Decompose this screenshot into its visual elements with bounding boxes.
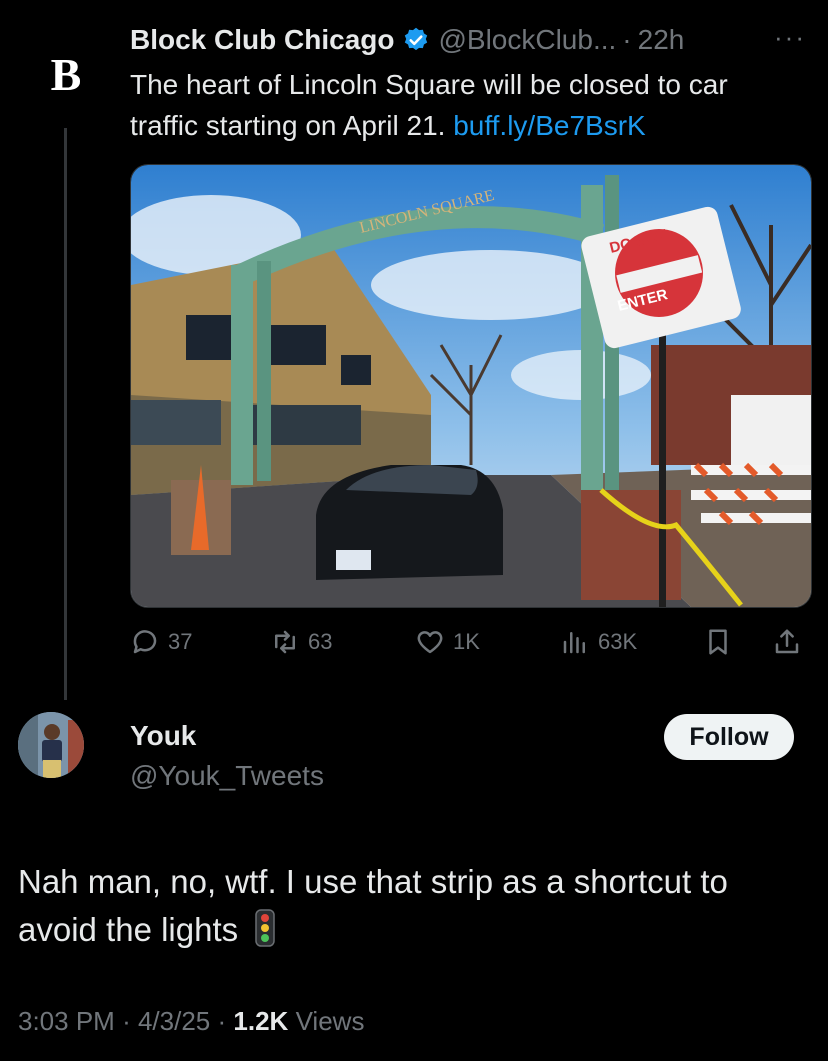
reply-author-handle[interactable]: @Youk_Tweets	[130, 760, 324, 792]
reply-icon	[133, 630, 157, 654]
tweet-link[interactable]: buff.ly/Be7BsrK	[453, 110, 645, 141]
repost-button[interactable]: 63	[270, 620, 332, 664]
reply-views-count: 1.2K	[233, 1006, 289, 1036]
views-button[interactable]: 63K	[560, 620, 637, 664]
parent-tweet-header: Block Club Chicago @BlockClub... · 22h	[130, 20, 798, 60]
repost-count: 63	[308, 629, 333, 654]
reply-button[interactable]: 37	[130, 620, 192, 664]
author-display-name[interactable]: Block Club Chicago	[130, 24, 394, 56]
repost-icon	[275, 630, 295, 654]
reply-metadata: 3:03 PM · 4/3/25 · 1.2K Views	[18, 1006, 364, 1037]
parent-tweet-text: The heart of Lincoln Square will be clos…	[130, 64, 800, 146]
thread-connector-line	[64, 128, 67, 700]
reply-count: 37	[168, 629, 193, 654]
heart-icon	[417, 631, 443, 654]
reply-author-name[interactable]: Youk	[130, 720, 196, 752]
reply-tweet-text: Nah man, no, wtf. I use that strip as a …	[18, 858, 808, 954]
reply-views-label: Views	[295, 1006, 365, 1036]
bookmark-button[interactable]	[703, 620, 733, 664]
youk-avatar[interactable]	[18, 712, 84, 778]
traffic-light-icon	[255, 909, 276, 947]
reply-date[interactable]: 4/3/25	[138, 1006, 210, 1036]
share-icon	[775, 629, 799, 654]
meta-separator-1: ·	[122, 1006, 131, 1036]
reply-time[interactable]: 3:03 PM	[18, 1006, 115, 1036]
bookmark-icon	[709, 629, 727, 655]
tweet-action-bar: 37 63 1K 63K	[130, 620, 810, 664]
reply-body-text: Nah man, no, wtf. I use that strip as a …	[18, 863, 728, 948]
header-separator: ·	[622, 24, 632, 55]
like-button[interactable]: 1K	[415, 620, 480, 664]
meta-separator-2: ·	[217, 1006, 227, 1036]
follow-button[interactable]: Follow	[664, 714, 794, 760]
more-options-icon[interactable]: ···	[774, 22, 806, 53]
like-count: 1K	[453, 629, 480, 654]
views-count: 63K	[598, 629, 638, 654]
author-handle[interactable]: @BlockClub...	[438, 24, 616, 56]
block-club-avatar[interactable]: B	[36, 44, 96, 104]
tweet-photo[interactable]: LINCOLN SQUARE DO NOT ENTER	[130, 164, 812, 608]
share-button[interactable]	[772, 620, 802, 664]
verified-badge-icon	[402, 26, 430, 54]
avatar-letter: B	[50, 48, 82, 100]
tweet-timestamp[interactable]: 22h	[638, 24, 685, 56]
views-icon	[563, 632, 585, 654]
